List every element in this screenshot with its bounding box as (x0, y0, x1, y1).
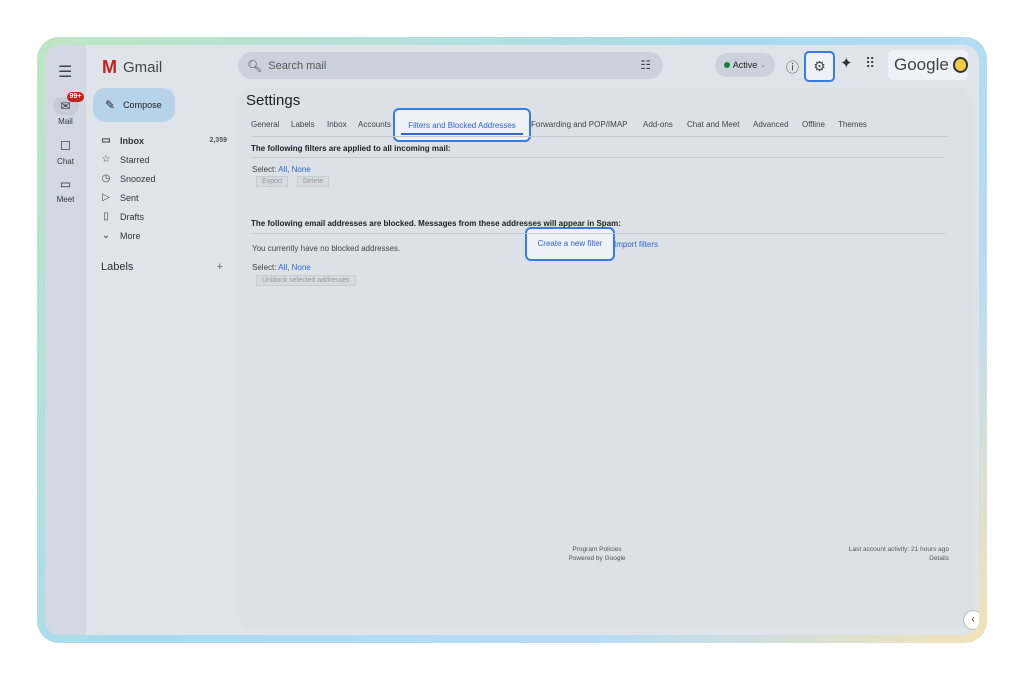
search-input[interactable]: Search mail (268, 60, 326, 72)
select-label: Select: (252, 263, 277, 272)
divider (251, 136, 947, 137)
nav-label: Inbox (120, 135, 144, 146)
tab-offline[interactable]: Offline (802, 120, 825, 129)
nav-label: Starred (120, 154, 150, 165)
program-policies-link[interactable]: Program Policies (547, 545, 647, 554)
tab-filters-label: Filters and Blocked Addresses (408, 121, 516, 130)
export-button[interactable]: Export (256, 176, 289, 187)
select-none-link[interactable]: None (292, 165, 311, 174)
delete-button[interactable]: Delete (297, 176, 330, 187)
tab-labels[interactable]: Labels (291, 120, 315, 129)
gmail-window: ☰ ✉ 99+ Mail ☐ Chat ▭ Meet M Gmail 🔍︎ Sea… (45, 45, 979, 635)
rail-label-meet: Meet (56, 195, 75, 204)
no-blocked-text: You currently have no blocked addresses. (252, 244, 401, 253)
select-all-link[interactable]: All (278, 165, 287, 174)
clock-icon: ◷ (101, 173, 111, 184)
nav-item-drafts[interactable]: ▯ Drafts (99, 207, 227, 226)
rail-label-mail: Mail (58, 117, 73, 126)
nav-label: Snoozed (120, 173, 156, 184)
divider (251, 157, 945, 158)
nav-label: Sent (120, 192, 139, 203)
nav-item-snoozed[interactable]: ◷ Snoozed (99, 169, 227, 188)
labels-title: Labels (101, 261, 134, 273)
blocked-heading: The following email addresses are blocke… (251, 219, 621, 228)
import-filters-link[interactable]: Import filters (614, 240, 658, 249)
main-menu-icon[interactable]: ☰ (58, 62, 72, 82)
tab-addons[interactable]: Add-ons (643, 120, 673, 129)
details-link[interactable]: Details (849, 554, 949, 563)
search-icon[interactable]: 🔍︎ (247, 59, 262, 73)
tab-themes[interactable]: Themes (838, 120, 867, 129)
nav-item-starred[interactable]: ☆ Starred (99, 150, 227, 169)
google-logo-text: Google (894, 55, 949, 74)
rail-item-mail[interactable]: ✉ 99+ Mail (45, 92, 86, 126)
compose-button[interactable]: ✎ Compose (93, 88, 175, 122)
nav-item-more[interactable]: ⌄ More (99, 226, 227, 245)
chevron-down-icon: ⌄ (101, 230, 111, 241)
send-icon: ▷ (102, 192, 110, 203)
filters-select-row: Select: All, None (252, 165, 311, 174)
unread-badge: 99+ (66, 92, 85, 102)
help-icon[interactable]: ⓘ (786, 57, 799, 76)
status-dot (723, 62, 730, 68)
powered-by-text: Powered by Google (568, 555, 626, 562)
settings-panel: Settings General Labels Inbox Accounts F… (237, 88, 973, 628)
search-options-icon[interactable]: ☷ (640, 58, 651, 72)
chat-icon: ☐ (60, 139, 71, 153)
select-all-link[interactable]: All (278, 263, 287, 272)
blocked-select-row: Select: All, None (252, 263, 311, 272)
mail-icon: ✉ 99+ (52, 92, 85, 115)
star-icon: ☆ (101, 154, 111, 165)
settings-gear-button[interactable]: ⚙ (804, 51, 835, 82)
unblock-button[interactable]: Unblock selected addresses (256, 275, 356, 286)
filters-heading: The following filters are applied to all… (251, 144, 451, 153)
active-tab-indicator (401, 133, 523, 135)
inbox-icon: ▭ (101, 135, 111, 146)
rail-item-chat[interactable]: ☐ Chat (45, 137, 86, 166)
gemini-sparkle-icon[interactable]: ✦ (840, 54, 853, 72)
collapse-panel-icon[interactable]: ‹ (963, 610, 979, 630)
footer-center: Program Policies Powered by Google (547, 545, 647, 563)
search-bar[interactable]: 🔍︎ Search mail ☷ (238, 52, 663, 79)
rail-item-meet[interactable]: ▭ Meet (45, 175, 86, 204)
last-activity-text: Last account activity: 21 hours ago (848, 546, 949, 553)
apps-grid-icon[interactable]: ⠿ (865, 55, 875, 72)
gmail-m-icon: M (102, 57, 117, 77)
compose-label: Compose (123, 100, 162, 110)
gear-icon: ⚙ (813, 58, 826, 74)
rail-label-chat: Chat (57, 157, 74, 166)
select-none-link[interactable]: None (292, 263, 311, 272)
google-account-button[interactable]: Google (888, 50, 968, 80)
add-label-icon[interactable]: + (217, 261, 223, 273)
page-title: Settings (246, 92, 301, 109)
avatar (952, 57, 968, 73)
tab-general[interactable]: General (251, 120, 279, 129)
labels-section: Labels + (101, 261, 223, 273)
tab-accounts[interactable]: Accounts (358, 120, 391, 129)
select-label: Select: (252, 165, 277, 174)
draft-icon: ▯ (103, 211, 109, 222)
divider (251, 233, 945, 234)
footer-right: Last account activity: 21 hours ago Deta… (849, 545, 949, 563)
tab-forwarding[interactable]: Forwarding and POP/IMAP (531, 120, 627, 129)
pencil-icon: ✎ (105, 98, 116, 112)
nav-item-sent[interactable]: ▷ Sent (99, 188, 227, 207)
nav-item-inbox[interactable]: ▭ Inbox 2,359 (99, 131, 227, 150)
app-name: Gmail (123, 59, 163, 76)
app-rail: ☰ ✉ 99+ Mail ☐ Chat ▭ Meet (45, 45, 86, 635)
meet-icon: ▭ (59, 177, 72, 191)
chevron-down-icon: ⌄ (760, 62, 767, 69)
tab-inbox[interactable]: Inbox (327, 120, 347, 129)
status-label: Active (732, 60, 758, 70)
device-frame: ☰ ✉ 99+ Mail ☐ Chat ▭ Meet M Gmail 🔍︎ Sea… (37, 37, 987, 643)
status-selector[interactable]: Active ⌄ (715, 53, 775, 77)
tab-chat-meet[interactable]: Chat and Meet (687, 120, 739, 129)
gmail-logo[interactable]: M Gmail (102, 57, 162, 78)
inbox-count: 2,359 (209, 137, 227, 144)
nav-label: Drafts (120, 211, 145, 222)
tab-advanced[interactable]: Advanced (753, 120, 789, 129)
nav-label: More (120, 230, 141, 241)
